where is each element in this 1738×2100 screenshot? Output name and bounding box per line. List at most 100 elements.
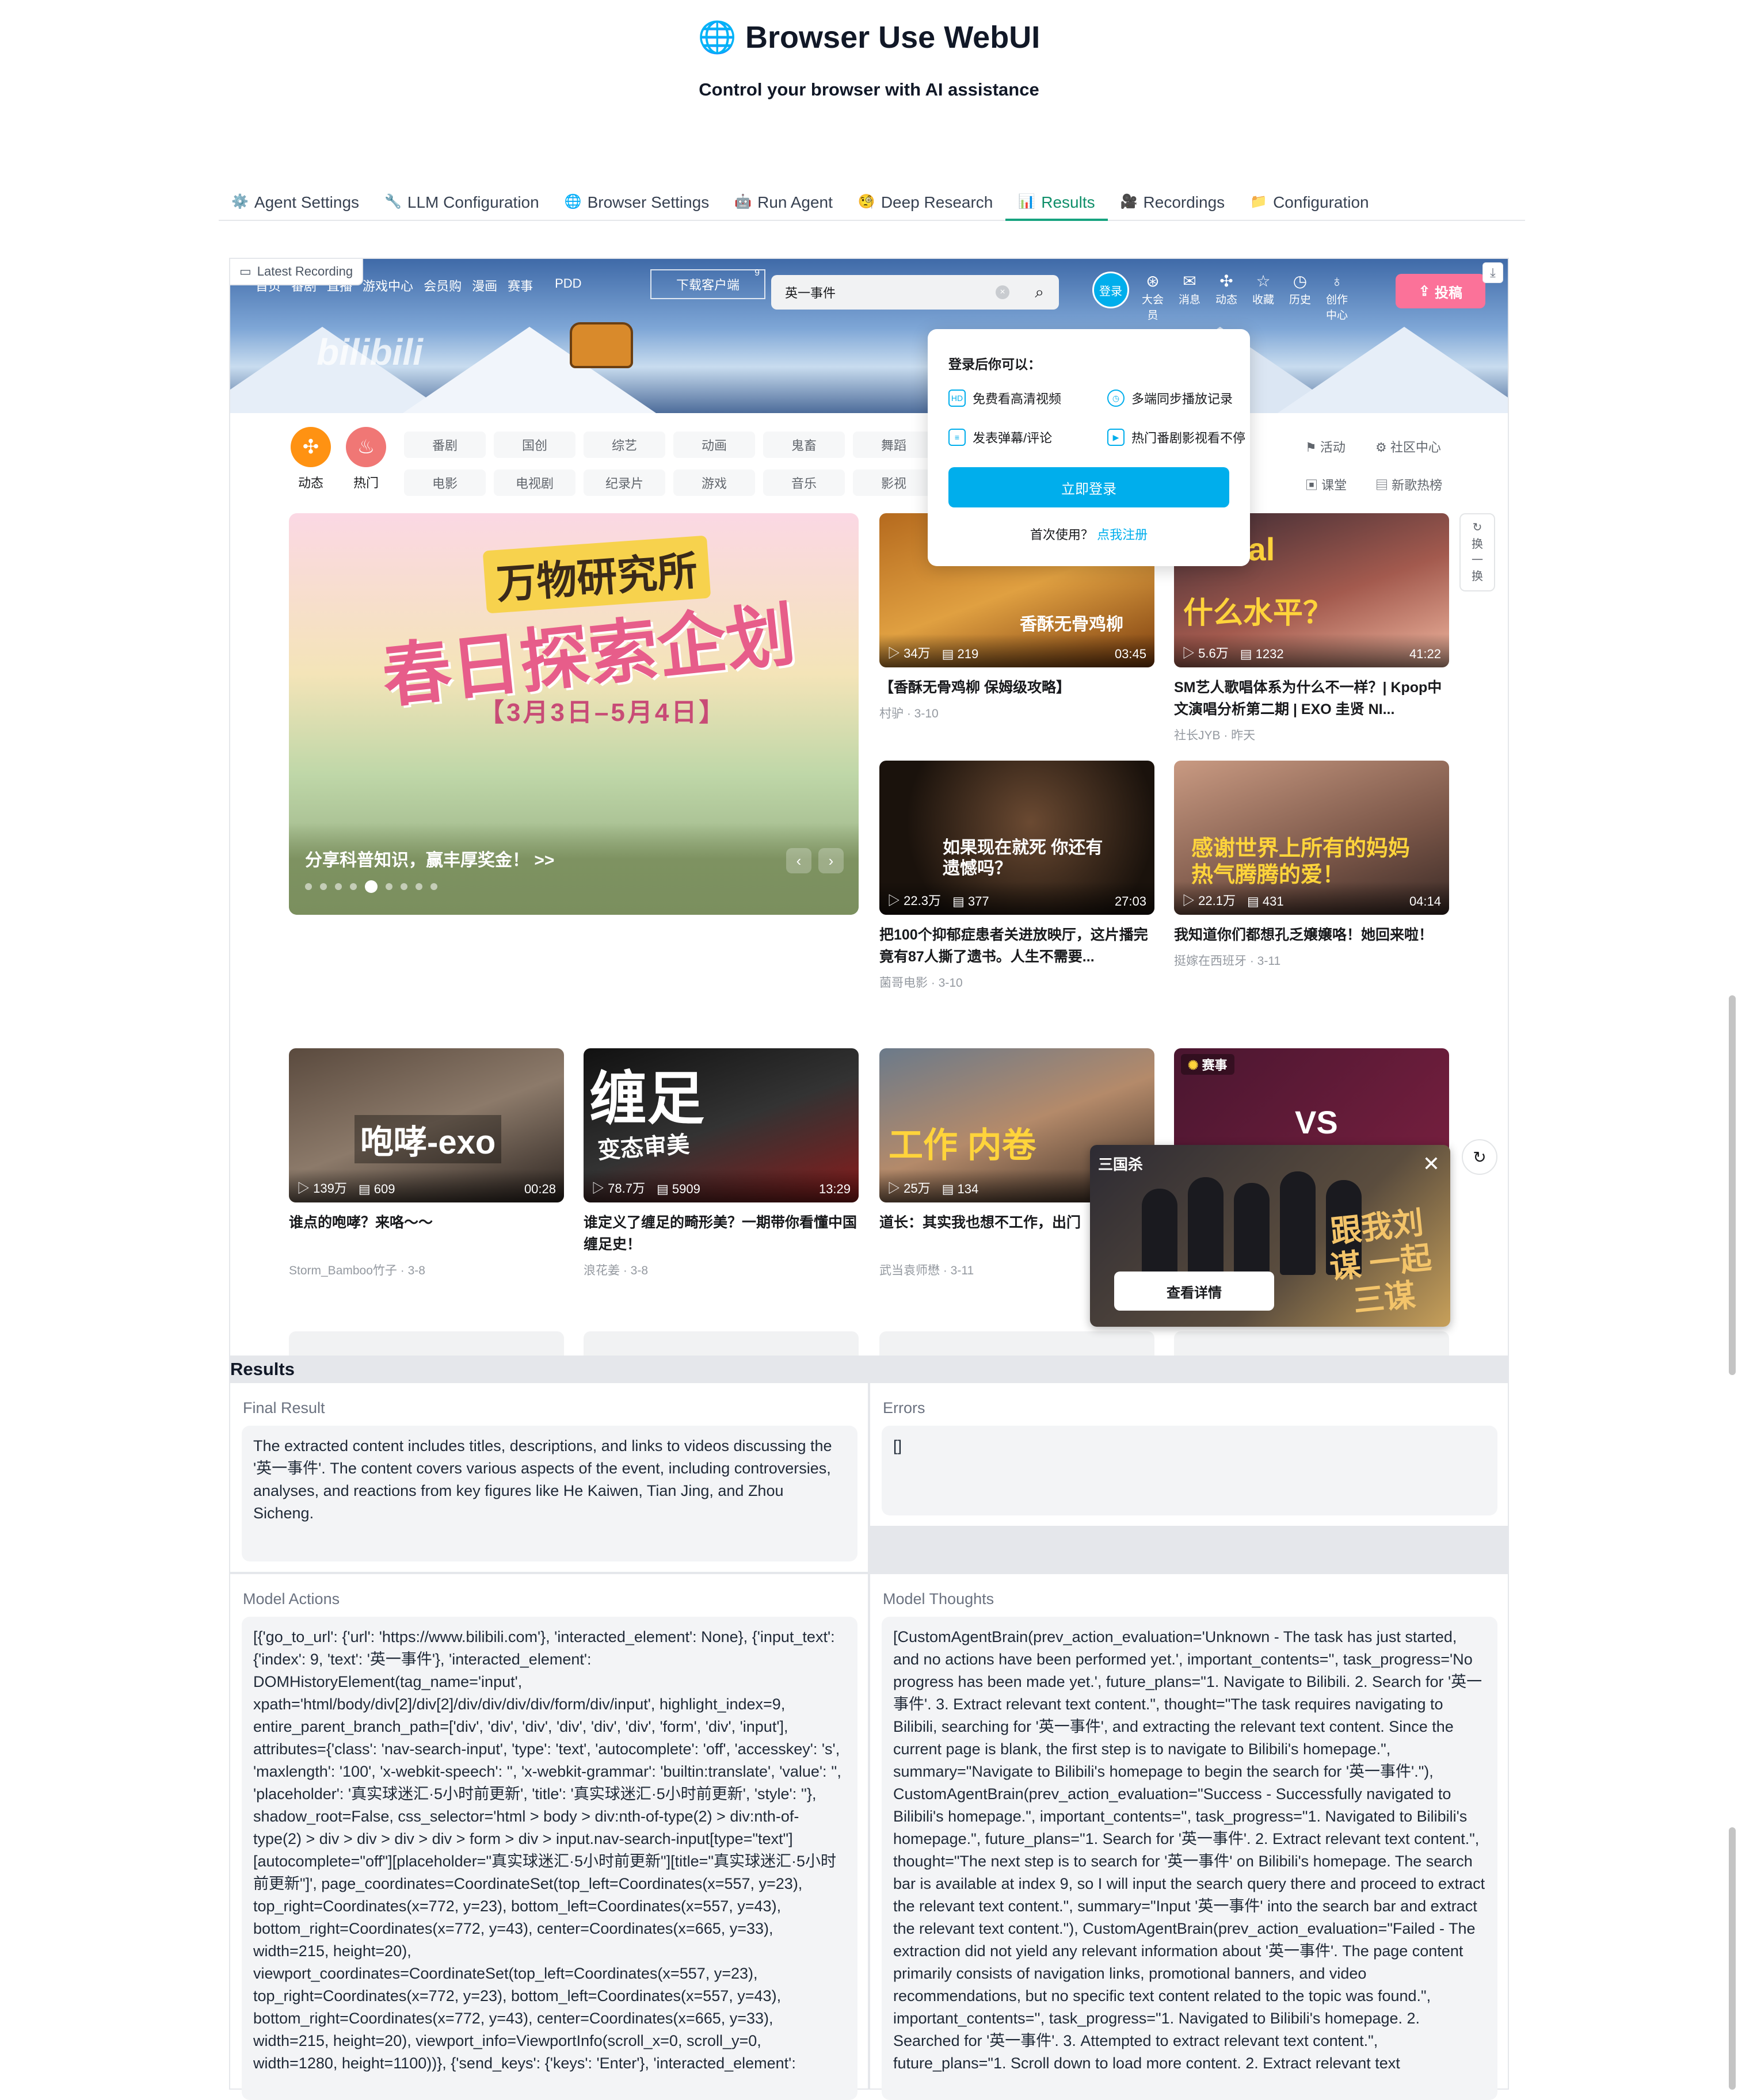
errors-label: Errors <box>883 1399 925 1416</box>
video-title[interactable]: 我知道你们都想孔乏嬢嬢咯！她回来啦！ <box>1174 924 1449 946</box>
nav-dynamic[interactable]: ✣ 动态 <box>1212 272 1241 322</box>
category-music[interactable]: 音乐 <box>763 469 845 496</box>
page-scrollbar-thumb[interactable] <box>1729 995 1736 1375</box>
thumbnail-overlay-text: 感谢世界上所有的妈妈 热气腾腾的爱！ <box>1191 837 1411 887</box>
carousel-dot[interactable] <box>305 883 312 890</box>
video-title[interactable]: 谁点的咆哮？来咯～～ <box>289 1212 564 1234</box>
nav-vip[interactable]: ⊛ 大会员 <box>1138 272 1167 322</box>
category-variety[interactable]: 综艺 <box>584 432 665 458</box>
tab-deep-research[interactable]: 🧐 Deep Research <box>845 190 1005 221</box>
register-link[interactable]: 点我注册 <box>1097 528 1148 542</box>
carousel-dot[interactable] <box>320 883 327 890</box>
refresh-button[interactable]: ↻ 换一换 <box>1459 513 1495 591</box>
video-card[interactable]: 咆哮-exo ▷ 139万 ▤ 609 00:28 谁点的咆哮？来咯～～ Storm… <box>289 1048 564 1278</box>
danmaku-count: 431 <box>1262 894 1284 908</box>
nav-link-manga[interactable]: 漫画 <box>472 276 497 295</box>
nav-history[interactable]: ◷ 历史 <box>1286 272 1314 322</box>
carousel-dot[interactable] <box>430 883 437 890</box>
channel-hot[interactable]: ♨ 热门 <box>343 427 389 491</box>
download-icon[interactable]: ⤓ <box>1482 262 1503 283</box>
nav-link-game-center[interactable]: 游戏中心 <box>363 276 413 295</box>
nav-messages[interactable]: ✉ 消息 <box>1175 272 1204 322</box>
side-link-new-songs[interactable]: ▤ 新歌热榜 <box>1375 475 1442 494</box>
nav-creator-center[interactable]: ♁ 创作中心 <box>1322 272 1351 322</box>
clear-icon[interactable]: × <box>996 285 1009 299</box>
model-actions-textarea[interactable]: [{'go_to_url': {'url': 'https://www.bili… <box>242 1617 857 2100</box>
video-meta[interactable]: 村驴 · 3-10 <box>879 704 1154 721</box>
refresh-icon[interactable]: ↻ <box>1462 1139 1497 1175</box>
promo-carousel[interactable]: 万物研究所 春日探索企划 【3月3日–5月4日】 分享科普知识，赢丰厚奖金！ >… <box>289 513 859 915</box>
category-animation[interactable]: 动画 <box>673 432 755 458</box>
carousel-prev-icon[interactable]: ‹ <box>786 848 811 873</box>
video-meta[interactable]: 菌哥电影 · 3-10 <box>879 973 1154 991</box>
bilibili-logo[interactable]: bilibili <box>317 331 423 373</box>
video-thumbnail[interactable]: 如果现在就死 你还有遗憾吗？ ▷ 22.3万 ▤ 377 27:03 <box>879 761 1154 915</box>
upload-button[interactable]: ⇪ 投稿 <box>1396 274 1485 308</box>
carousel-dot[interactable] <box>335 883 342 890</box>
tab-agent-settings[interactable]: ⚙️ Agent Settings <box>219 190 372 221</box>
tab-browser-settings[interactable]: 🌐 Browser Settings <box>552 190 722 221</box>
close-icon[interactable]: ✕ <box>1423 1152 1440 1176</box>
side-link-activity[interactable]: ⚑ 活动 <box>1305 437 1346 456</box>
video-card[interactable]: 如果现在就死 你还有遗憾吗？ ▷ 22.3万 ▤ 377 27:03 把100个抑郁… <box>879 761 1154 991</box>
category-game[interactable]: 游戏 <box>673 469 755 496</box>
video-card[interactable]: 感谢世界上所有的妈妈 热气腾腾的爱！ ▷ 22.1万 ▤ 431 04:14 我知道… <box>1174 761 1449 969</box>
errors-textarea[interactable]: [] <box>882 1426 1497 1515</box>
search-icon[interactable]: ⌕ <box>1035 283 1044 302</box>
download-client-button[interactable]: 下载客户端 9 <box>650 268 765 299</box>
carousel-dot[interactable] <box>416 883 422 890</box>
nav-link-pdd[interactable]: PDD <box>555 276 581 295</box>
video-duration: 27:03 <box>1114 894 1146 908</box>
search-input-value[interactable]: 英一事件 <box>785 283 836 301</box>
video-title[interactable]: 【香酥无骨鸡柳 保姆级攻略】 <box>879 677 1154 698</box>
video-card[interactable]: 缠足 变态审美 ▷ 78.7万 ▤ 5909 13:29 谁定义了缠足的畸形美？一期… <box>584 1048 859 1278</box>
video-thumbnail[interactable]: 咆哮-exo ▷ 139万 ▤ 609 00:28 <box>289 1048 564 1202</box>
tab-recordings[interactable]: 🎥 Recordings <box>1108 190 1238 221</box>
carousel-caption[interactable]: 分享科普知识，赢丰厚奖金！ >> <box>305 846 554 871</box>
category-bangumi[interactable]: 番剧 <box>404 432 486 458</box>
category-film[interactable]: 影视 <box>853 469 935 496</box>
video-meta[interactable]: 社长JYB · 昨天 <box>1174 726 1449 743</box>
carousel-dot[interactable] <box>386 883 392 890</box>
category-guochuang[interactable]: 国创 <box>494 432 575 458</box>
category-dance[interactable]: 舞蹈 <box>853 432 935 458</box>
video-meta[interactable]: Storm_Bamboo竹子 · 3-8 <box>289 1261 564 1278</box>
tab-results[interactable]: 📊 Results <box>1005 190 1108 221</box>
globe-icon: 🌐 <box>564 194 582 209</box>
nav-link-esports[interactable]: 赛事 <box>508 276 533 295</box>
carousel-next-icon[interactable]: › <box>818 848 844 873</box>
carousel-dot-active[interactable] <box>365 880 378 893</box>
video-thumbnail[interactable]: 缠足 变态审美 ▷ 78.7万 ▤ 5909 13:29 <box>584 1048 859 1202</box>
channel-dynamic[interactable]: ✣ 动态 <box>288 427 334 491</box>
category-documentary[interactable]: 纪录片 <box>584 469 665 496</box>
login-now-button[interactable]: 立即登录 <box>948 467 1229 507</box>
video-title[interactable]: SM艺人歌唱体系为什么不一样？| Kpop中文演唱分析第二期 | EXO 圭贤 … <box>1174 677 1449 720</box>
category-movie[interactable]: 电影 <box>404 469 486 496</box>
tab-configuration[interactable]: 📁 Configuration <box>1237 190 1381 221</box>
side-link-community[interactable]: ⚙ 社区中心 <box>1375 437 1441 456</box>
carousel-dot[interactable] <box>350 883 357 890</box>
tab-llm-configuration[interactable]: 🔧 LLM Configuration <box>372 190 552 221</box>
side-link-classroom[interactable]: ▣ 课堂 <box>1305 475 1347 494</box>
bar-chart-icon: 📊 <box>1018 194 1036 209</box>
ad-figure <box>1280 1171 1316 1275</box>
video-title[interactable]: 把100个抑郁症患者关进放映厅，这片播完竟有87人撕了遗书。人生不需要... <box>879 924 1154 968</box>
video-meta[interactable]: 浪花姜 · 3-8 <box>584 1261 859 1278</box>
tab-run-agent[interactable]: 🤖 Run Agent <box>722 190 845 221</box>
view-details-button[interactable]: 查看详情 <box>1114 1272 1274 1311</box>
bili-search-bar[interactable]: 英一事件 × ⌕ <box>771 275 1059 310</box>
final-result-textarea[interactable]: The extracted content includes titles, d… <box>242 1426 857 1561</box>
ad-popup[interactable]: 三国杀 ✕ 查看详情 跟我刘谋 一起三谋 <box>1090 1145 1450 1327</box>
nav-link-shop[interactable]: 会员购 <box>424 276 462 295</box>
latest-recording-video[interactable]: ▭ Latest Recording ⤓ bilibili 首页 番剧 直播 游戏… <box>229 258 1509 1357</box>
video-meta[interactable]: 挺嫁在西班牙 · 3-11 <box>1174 952 1449 969</box>
category-guichu[interactable]: 鬼畜 <box>763 432 845 458</box>
category-tv-series[interactable]: 电视剧 <box>494 469 575 496</box>
video-thumbnail[interactable]: 感谢世界上所有的妈妈 热气腾腾的爱！ ▷ 22.1万 ▤ 431 04:14 <box>1174 761 1449 915</box>
video-title[interactable]: 谁定义了缠足的畸形美？一期带你看懂中国缠足史！ <box>584 1212 859 1255</box>
carousel-dot[interactable] <box>401 883 407 890</box>
textarea-scrollbar-thumb[interactable] <box>1729 1827 1736 2090</box>
nav-favorites[interactable]: ☆ 收藏 <box>1249 272 1278 322</box>
login-avatar-button[interactable]: 登录 <box>1092 272 1129 308</box>
model-thoughts-textarea[interactable]: [CustomAgentBrain(prev_action_evaluation… <box>882 1617 1497 2100</box>
